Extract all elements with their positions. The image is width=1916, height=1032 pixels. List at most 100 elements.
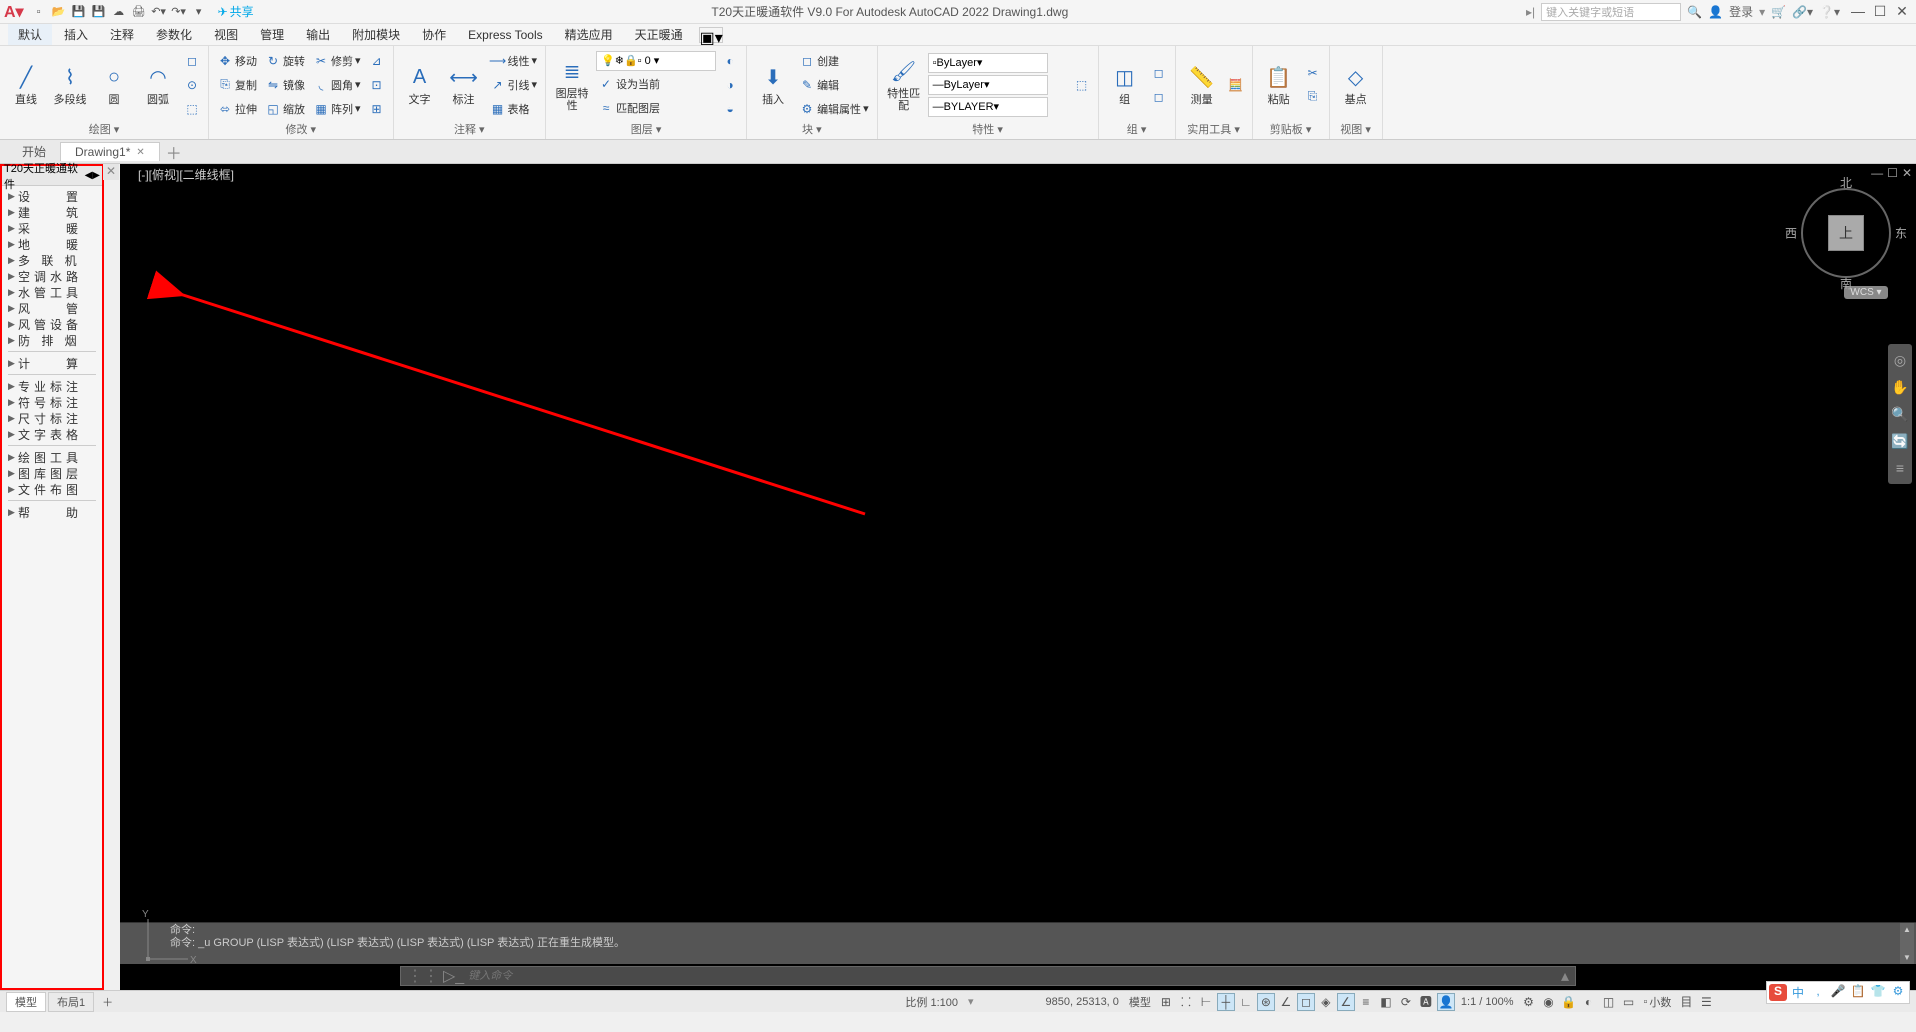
vp-max-icon[interactable]: ☐ bbox=[1887, 166, 1898, 180]
array-button[interactable]: ▦阵列 ▾ bbox=[311, 98, 363, 120]
stretch-button[interactable]: ⬄拉伸 bbox=[215, 98, 259, 120]
menu-icon[interactable]: ☰ bbox=[1697, 993, 1715, 1011]
3dosnap-icon[interactable]: ◈ bbox=[1317, 993, 1335, 1011]
tab-end-icon[interactable]: ▣▾ bbox=[699, 27, 723, 43]
draw-misc-2[interactable]: ⊙ bbox=[182, 74, 202, 96]
tab-manage[interactable]: 管理 bbox=[250, 24, 294, 45]
compass-e[interactable]: 东 bbox=[1895, 225, 1907, 242]
model-space-button[interactable]: 模型 bbox=[1125, 994, 1155, 1010]
tab-annotate[interactable]: 注释 bbox=[100, 24, 144, 45]
open-icon[interactable]: 📂 bbox=[50, 3, 68, 21]
table-button[interactable]: ▦表格 bbox=[488, 98, 540, 120]
close-icon[interactable]: ✕ bbox=[1892, 3, 1912, 20]
infer-icon[interactable]: ⊢ bbox=[1197, 993, 1215, 1011]
sidebar-item-2[interactable]: ▶采 暖 bbox=[2, 220, 102, 236]
group-button[interactable]: ◫组 bbox=[1105, 64, 1145, 106]
ime-badge[interactable]: S 中 , 🎤 📋 👕 ⚙ bbox=[1766, 981, 1910, 1004]
copy-button[interactable]: ⎘复制 bbox=[215, 74, 259, 96]
sidebar-item-4[interactable]: ▶多 联 机 bbox=[2, 252, 102, 268]
isolate-icon[interactable]: ◫ bbox=[1600, 993, 1618, 1011]
units-display[interactable]: ▫ 小数 bbox=[1640, 994, 1676, 1010]
tab-parametric[interactable]: 参数化 bbox=[146, 24, 202, 45]
drawing-tab[interactable]: Drawing1*✕ bbox=[60, 142, 160, 161]
gear-icon[interactable]: ⚙ bbox=[1520, 993, 1538, 1011]
ime-punct[interactable]: , bbox=[1809, 984, 1827, 1001]
copy-clip-button[interactable]: ⎘ bbox=[1303, 86, 1323, 108]
match-props-button[interactable]: 🖌特性匹配 bbox=[884, 58, 924, 112]
redo-icon[interactable]: ↷▾ bbox=[170, 3, 188, 21]
linear-button[interactable]: ⟶线性 ▾ bbox=[488, 50, 540, 72]
sidebar-item-8[interactable]: ▶风管设备 bbox=[2, 316, 102, 332]
drawing-viewport[interactable]: [-][俯视][二维线框] — ☐ ✕ 北 南 东 西 上 WCS ▾ bbox=[120, 164, 1916, 990]
measure-button[interactable]: 📏测量 bbox=[1182, 64, 1222, 106]
sidebar-item-7[interactable]: ▶风 管 bbox=[2, 300, 102, 316]
cmd-recent-icon[interactable]: ▴ bbox=[1561, 966, 1569, 986]
group-edit-button[interactable]: ◻ bbox=[1149, 86, 1169, 108]
cart-icon[interactable]: 🛒 bbox=[1771, 5, 1786, 19]
mirror-button[interactable]: ⇋镜像 bbox=[263, 74, 307, 96]
match-layer-button[interactable]: ≈匹配图层 bbox=[596, 97, 716, 119]
leader-button[interactable]: ↗引线 ▾ bbox=[488, 74, 540, 96]
sidebar-item-tool0[interactable]: ▶绘图工具 bbox=[2, 449, 102, 465]
rotate-button[interactable]: ↻旋转 bbox=[263, 50, 307, 72]
compass-n[interactable]: 北 bbox=[1840, 174, 1852, 191]
trim-button[interactable]: ✂修剪 ▾ bbox=[311, 50, 363, 72]
circle-button[interactable]: ○圆 bbox=[94, 64, 134, 106]
cmd-handle-icon[interactable]: ⋮⋮ bbox=[407, 966, 439, 986]
cycling-icon[interactable]: ⟳ bbox=[1397, 993, 1415, 1011]
sidebar-item-5[interactable]: ▶空调水路 bbox=[2, 268, 102, 284]
color-combo[interactable]: ▫ ByLayer ▾ bbox=[928, 53, 1048, 73]
search-icon[interactable]: 🔍 bbox=[1687, 5, 1702, 19]
layer-tool-3[interactable]: ◒ bbox=[720, 98, 740, 120]
layer-tool-2[interactable]: ◑ bbox=[720, 74, 740, 96]
tab-tangent[interactable]: 天正暖通 bbox=[625, 24, 693, 45]
arc-button[interactable]: ◠圆弧 bbox=[138, 64, 178, 106]
block-create-button[interactable]: ◻创建 bbox=[797, 50, 871, 72]
draw-misc-3[interactable]: ⬚ bbox=[182, 98, 202, 120]
mod-misc2[interactable]: ⊡ bbox=[367, 74, 387, 96]
insert-button[interactable]: ⬇插入 bbox=[753, 64, 793, 106]
text-button[interactable]: A文字 bbox=[400, 64, 440, 106]
nav-more-icon[interactable]: ≡ bbox=[1896, 460, 1904, 476]
layer-combo[interactable]: 💡❄🔒▫ 0 ▾ bbox=[596, 51, 716, 71]
sidebar-item-0[interactable]: ▶设 置 bbox=[2, 188, 102, 204]
add-layout-icon[interactable]: ＋ bbox=[96, 994, 119, 1010]
anno-ratio[interactable]: 1:1 / 100% bbox=[1457, 996, 1518, 1008]
vp-close-icon[interactable]: ✕ bbox=[1902, 166, 1912, 180]
line-button[interactable]: ╱直线 bbox=[6, 64, 46, 106]
layer-props-button[interactable]: ≣图层特性 bbox=[552, 58, 592, 112]
nav-wheel-icon[interactable]: ◎ bbox=[1894, 352, 1906, 369]
command-input[interactable] bbox=[468, 970, 1557, 982]
sidebar-item-dim3[interactable]: ▶文字表格 bbox=[2, 426, 102, 442]
tab-addins[interactable]: 附加模块 bbox=[342, 24, 410, 45]
viewcube-face[interactable]: 上 bbox=[1828, 215, 1864, 251]
scale-display[interactable]: 比例 1:100 bbox=[901, 994, 962, 1010]
model-tab[interactable]: 模型 bbox=[6, 992, 46, 1012]
mod-misc3[interactable]: ⊞ bbox=[367, 98, 387, 120]
move-button[interactable]: ✥移动 bbox=[215, 50, 259, 72]
minimize-icon[interactable]: — bbox=[1848, 3, 1868, 20]
help-icon[interactable]: ❔▾ bbox=[1819, 5, 1840, 19]
lwt-icon[interactable]: ≡ bbox=[1357, 993, 1375, 1011]
snap-icon[interactable]: ⸬ bbox=[1177, 993, 1195, 1011]
cmd-scroll-up[interactable]: ▲ bbox=[1903, 923, 1911, 936]
cmd-scroll-down[interactable]: ▼ bbox=[1903, 951, 1911, 964]
link-icon[interactable]: 🔗▾ bbox=[1792, 5, 1813, 19]
saveas-icon[interactable]: 💾 bbox=[90, 3, 108, 21]
web-icon[interactable]: ☁ bbox=[110, 3, 128, 21]
lweight-combo[interactable]: — ByLayer ▾ bbox=[928, 75, 1048, 95]
sidebar-item-1[interactable]: ▶建 筑 bbox=[2, 204, 102, 220]
nav-pan-icon[interactable]: ✋ bbox=[1891, 379, 1908, 396]
compass-s[interactable]: 南 bbox=[1840, 275, 1852, 292]
mod-misc1[interactable]: ⊿ bbox=[367, 50, 387, 72]
hardware-icon[interactable]: ◐ bbox=[1580, 993, 1598, 1011]
iso-icon[interactable]: ∠ bbox=[1277, 993, 1295, 1011]
login-button[interactable]: 登录 bbox=[1729, 3, 1753, 20]
ime-skin-icon[interactable]: 👕 bbox=[1869, 984, 1887, 1001]
tab-insert[interactable]: 插入 bbox=[54, 24, 98, 45]
side-prev-icon[interactable]: ◀ bbox=[85, 170, 93, 181]
annotation-scale-icon[interactable]: 🅰 bbox=[1417, 993, 1435, 1011]
otrack-icon[interactable]: ∠ bbox=[1337, 993, 1355, 1011]
workspace-icon[interactable]: ◉ bbox=[1540, 993, 1558, 1011]
sidebar-item-dim1[interactable]: ▶符号标注 bbox=[2, 394, 102, 410]
